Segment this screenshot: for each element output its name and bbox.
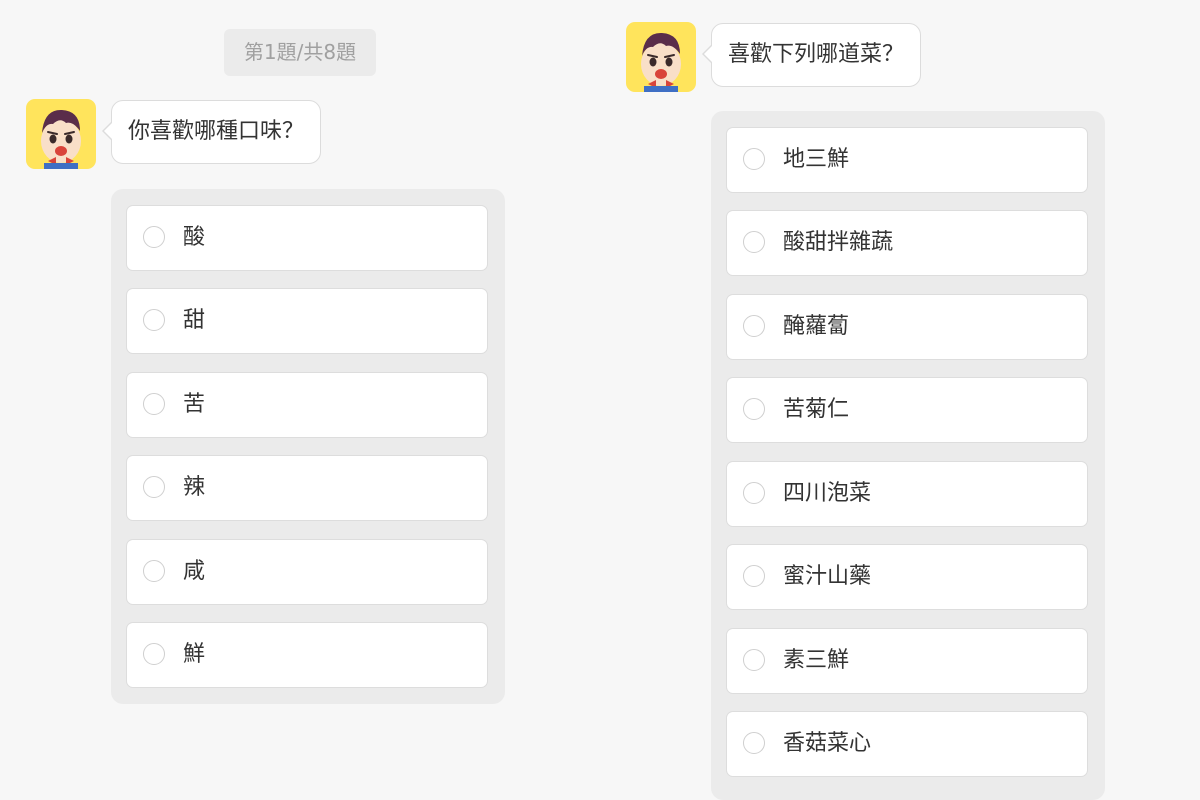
avatar (626, 22, 696, 92)
option-label: 鮮 (183, 642, 206, 667)
radio-button[interactable] (743, 565, 765, 587)
option-item[interactable]: 蜜汁山藥 (726, 544, 1088, 610)
progress-badge: 第1題/共8題 (224, 29, 376, 76)
question-bubble: 喜歡下列哪道菜？ (701, 23, 922, 87)
option-item[interactable]: 甜 (126, 288, 488, 354)
cartoon-boy-icon (641, 32, 681, 92)
question-bubble: 你喜歡哪種口味？ (101, 100, 322, 164)
option-label: 酸甜拌雜蔬 (783, 230, 894, 255)
cartoon-boy-icon (41, 109, 81, 169)
option-label: 四川泡菜 (783, 481, 872, 506)
radio-button[interactable] (143, 560, 165, 582)
radio-button[interactable] (743, 315, 765, 337)
option-label: 酸 (183, 225, 206, 250)
radio-button[interactable] (743, 231, 765, 253)
option-item[interactable]: 鮮 (126, 622, 488, 688)
option-label: 香菇菜心 (783, 731, 872, 756)
option-item[interactable]: 醃蘿蔔 (726, 294, 1088, 360)
option-label: 地三鮮 (783, 147, 850, 172)
radio-button[interactable] (743, 482, 765, 504)
radio-button[interactable] (743, 148, 765, 170)
survey-page: 第1題/共8題 你喜歡哪種口味？ 酸 甜 苦 辣 咸 鮮 喜歡下列哪道菜？ 地三… (0, 0, 1200, 800)
option-item[interactable]: 香菇菜心 (726, 711, 1088, 777)
option-item[interactable]: 咸 (126, 539, 488, 605)
radio-button[interactable] (143, 393, 165, 415)
option-label: 甜 (183, 308, 206, 333)
avatar (26, 99, 96, 169)
option-label: 咸 (183, 559, 206, 584)
radio-button[interactable] (743, 732, 765, 754)
option-item[interactable]: 酸 (126, 205, 488, 271)
option-item[interactable]: 素三鮮 (726, 628, 1088, 694)
option-label: 蜜汁山藥 (783, 564, 872, 589)
radio-button[interactable] (143, 226, 165, 248)
option-item[interactable]: 酸甜拌雜蔬 (726, 210, 1088, 276)
radio-button[interactable] (743, 649, 765, 671)
option-label: 苦菊仁 (783, 397, 850, 422)
option-item[interactable]: 辣 (126, 455, 488, 521)
option-label: 苦 (183, 392, 206, 417)
option-label: 辣 (183, 475, 206, 500)
option-item[interactable]: 地三鮮 (726, 127, 1088, 193)
radio-button[interactable] (143, 643, 165, 665)
option-item[interactable]: 苦 (126, 372, 488, 438)
radio-button[interactable] (743, 398, 765, 420)
option-label: 素三鮮 (783, 648, 850, 673)
radio-button[interactable] (143, 476, 165, 498)
option-item[interactable]: 苦菊仁 (726, 377, 1088, 443)
option-label: 醃蘿蔔 (783, 314, 850, 339)
options-panel: 酸 甜 苦 辣 咸 鮮 (111, 189, 505, 704)
options-panel: 地三鮮 酸甜拌雜蔬 醃蘿蔔 苦菊仁 四川泡菜 蜜汁山藥 素三鮮 香菇菜心 (711, 111, 1105, 800)
radio-button[interactable] (143, 309, 165, 331)
option-item[interactable]: 四川泡菜 (726, 461, 1088, 527)
